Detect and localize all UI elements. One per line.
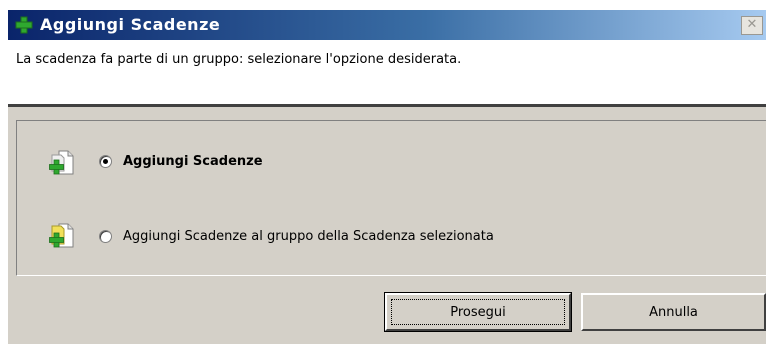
radio-selected-dot bbox=[103, 159, 108, 164]
option-add-deadlines-label[interactable]: Aggiungi Scadenze bbox=[123, 154, 263, 170]
option-add-to-group-label[interactable]: Aggiungi Scadenze al gruppo della Scaden… bbox=[123, 229, 494, 245]
proceed-button[interactable]: Prosegui bbox=[384, 292, 572, 332]
close-icon: ✕ bbox=[746, 17, 758, 32]
window-title: Aggiungi Scadenze bbox=[40, 15, 221, 34]
header-message: La scadenza fa parte di un gruppo: selez… bbox=[16, 52, 462, 67]
options-group bbox=[16, 120, 766, 276]
radio-add-to-group[interactable] bbox=[99, 230, 112, 243]
add-to-group-document-icon bbox=[49, 223, 74, 248]
cancel-button-label: Annulla bbox=[649, 305, 698, 320]
focus-rectangle bbox=[391, 299, 565, 325]
close-button[interactable]: ✕ bbox=[741, 16, 763, 35]
title-bar[interactable]: Aggiungi Scadenze ✕ bbox=[8, 10, 766, 40]
cancel-button[interactable]: Annulla bbox=[581, 293, 766, 331]
header-pane: La scadenza fa parte di un gruppo: selez… bbox=[8, 40, 766, 107]
radio-add-deadlines[interactable] bbox=[99, 155, 112, 168]
green-plus-icon bbox=[15, 16, 33, 34]
dialog-window: Aggiungi Scadenze ✕ La scadenza fa parte… bbox=[8, 10, 766, 344]
add-document-icon bbox=[49, 150, 74, 175]
